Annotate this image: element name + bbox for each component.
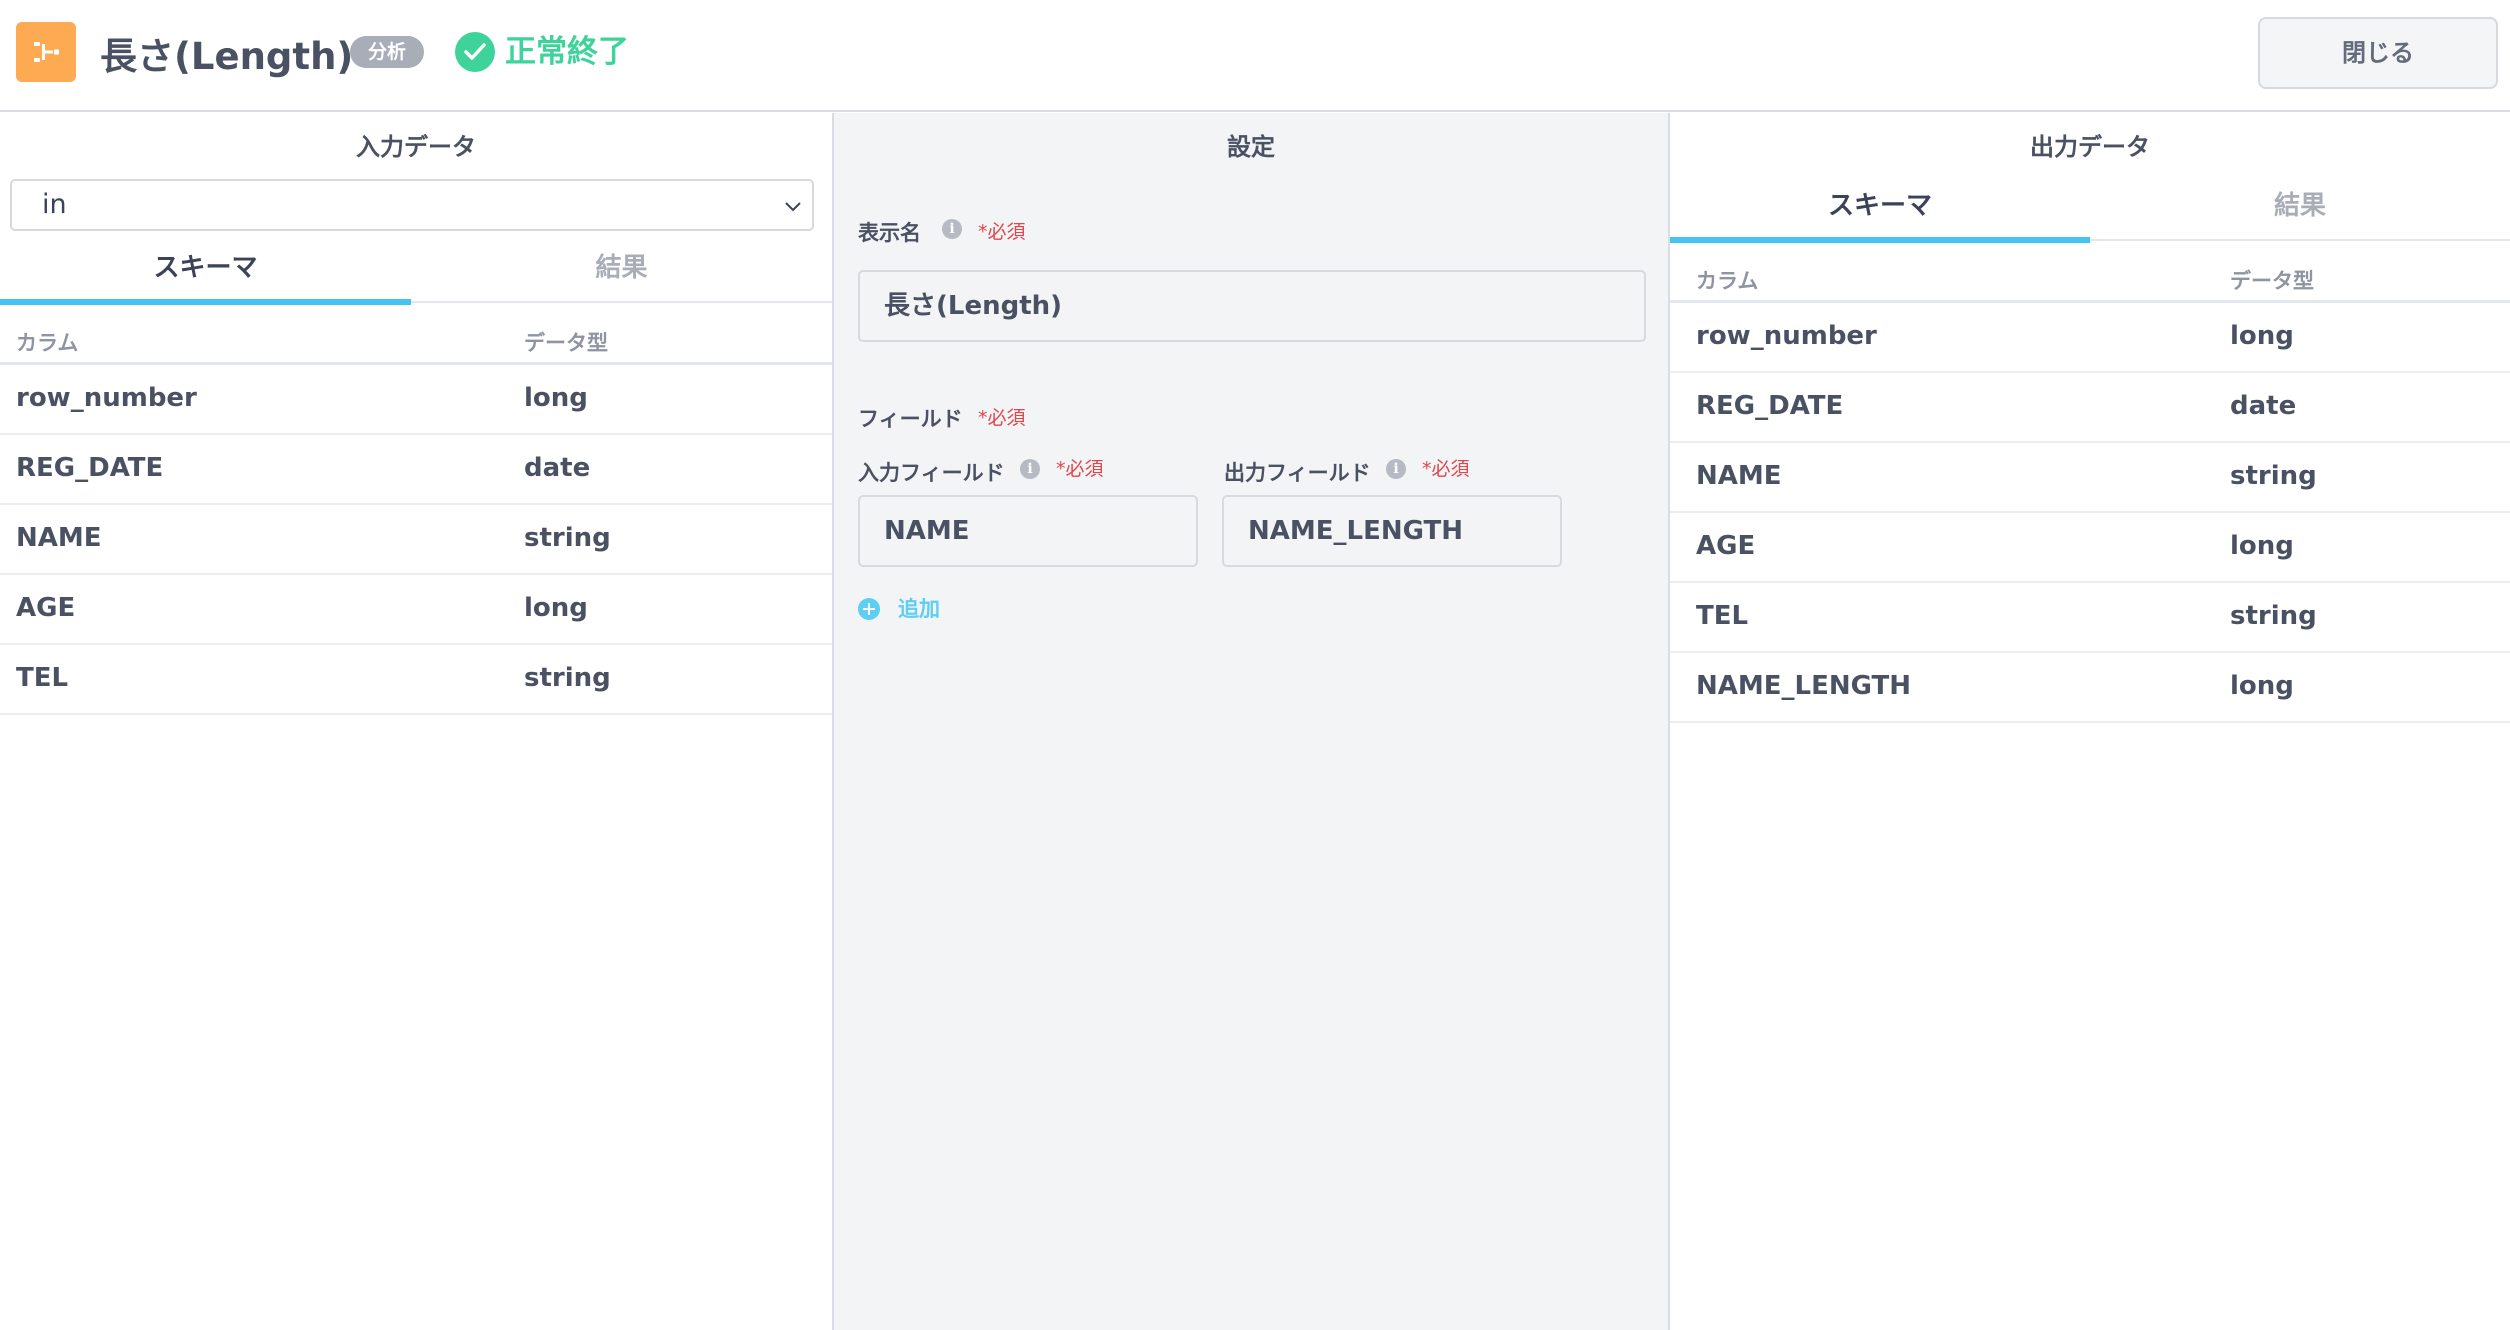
cell-column: REG_DATE [16, 453, 164, 483]
input-source-select[interactable]: in [10, 179, 814, 231]
node-type-icon [16, 22, 76, 82]
column-header-type: データ型 [524, 331, 608, 355]
cell-type: long [524, 383, 588, 413]
header-bar: 長さ(Length) 分析 正常終了 閉じる [0, 0, 2510, 112]
output-panel-title: 出力データ [2030, 133, 2150, 161]
chevron-down-icon [785, 202, 801, 212]
input-panel-title: 入力データ [356, 133, 476, 161]
cell-column: REG_DATE [1696, 391, 1844, 421]
required-marker: *必須 [1056, 458, 1104, 480]
add-label: 追加 [898, 597, 940, 621]
tab-schema[interactable]: スキーマ [1670, 177, 2090, 243]
info-icon[interactable]: i [1386, 459, 1406, 479]
settings-panel-title: 設定 [1227, 133, 1275, 161]
fields-label: フィールド [858, 407, 963, 431]
output-field-label: 出力フィールド [1224, 461, 1371, 485]
cell-type: long [2230, 671, 2294, 701]
required-marker: *必須 [1422, 458, 1470, 480]
input-schema-table: カラム データ型 row_number long REG_DATE date N… [0, 305, 832, 715]
category-badge: 分析 [350, 36, 425, 68]
table-row: AGE long [1670, 513, 2510, 583]
page-title: 長さ(Length) [100, 35, 354, 78]
cell-column: row_number [1696, 321, 1877, 351]
cell-type: string [2230, 601, 2317, 631]
close-button[interactable]: 閉じる [2258, 17, 2498, 89]
cell-column: AGE [16, 593, 76, 623]
required-marker: *必須 [978, 407, 1026, 429]
cell-column: NAME [16, 523, 102, 553]
cell-column: AGE [1696, 531, 1756, 561]
status-label: 正常終了 [505, 34, 629, 70]
table-row: row_number long [0, 365, 832, 435]
column-header-type: データ型 [2230, 269, 2314, 293]
input-data-panel: 入力データ in スキーマ 結果 カラム データ型 row_number lon… [0, 113, 832, 1330]
cell-type: string [524, 523, 611, 553]
required-marker: *必須 [978, 221, 1026, 243]
display-name-label: 表示名 [858, 221, 921, 245]
table-header: カラム データ型 [1670, 243, 2510, 303]
info-icon[interactable]: i [942, 219, 962, 239]
column-header-name: カラム [1696, 269, 1759, 293]
output-schema-table: カラム データ型 row_number long REG_DATE date N… [1670, 243, 2510, 723]
table-row: TEL string [1670, 583, 2510, 653]
cell-type: date [2230, 391, 2297, 421]
display-name-input[interactable]: 長さ(Length) [858, 270, 1646, 342]
plus-circle-icon [858, 598, 880, 620]
input-field-input[interactable]: NAME [858, 495, 1198, 567]
cell-column: TEL [1696, 601, 1749, 631]
cell-type: long [524, 593, 588, 623]
cell-column: TEL [16, 663, 69, 693]
table-row: NAME string [1670, 443, 2510, 513]
output-field-input[interactable]: NAME_LENGTH [1222, 495, 1562, 567]
settings-panel: 設定 表示名 i *必須 長さ(Length) フィールド *必須 入力フィール… [832, 113, 1670, 1330]
check-circle-icon [455, 32, 495, 72]
tab-schema[interactable]: スキーマ [0, 239, 411, 305]
info-icon[interactable]: i [1020, 459, 1040, 479]
tab-results[interactable]: 結果 [411, 239, 832, 303]
cell-column: NAME_LENGTH [1696, 671, 1911, 701]
cell-type: long [2230, 531, 2294, 561]
cell-type: long [2230, 321, 2294, 351]
cell-type: string [524, 663, 611, 693]
input-tabs: スキーマ 結果 [0, 239, 832, 305]
table-row: NAME string [0, 505, 832, 575]
table-row: TEL string [0, 645, 832, 715]
table-row: AGE long [0, 575, 832, 645]
input-source-value: in [42, 189, 67, 220]
table-row: REG_DATE date [0, 435, 832, 505]
table-row: NAME_LENGTH long [1670, 653, 2510, 723]
cell-column: row_number [16, 383, 197, 413]
table-row: row_number long [1670, 303, 2510, 373]
cell-type: string [2230, 461, 2317, 491]
cell-column: NAME [1696, 461, 1782, 491]
table-header: カラム データ型 [0, 305, 832, 365]
table-row: REG_DATE date [1670, 373, 2510, 443]
column-header-name: カラム [16, 331, 79, 355]
input-field-label: 入力フィールド [858, 461, 1005, 485]
output-data-panel: 出力データ スキーマ 結果 カラム データ型 row_number long R… [1670, 113, 2510, 1330]
tab-results[interactable]: 結果 [2090, 177, 2510, 241]
branch-icon [34, 42, 59, 62]
output-tabs: スキーマ 結果 [1670, 177, 2510, 243]
cell-type: date [524, 453, 591, 483]
